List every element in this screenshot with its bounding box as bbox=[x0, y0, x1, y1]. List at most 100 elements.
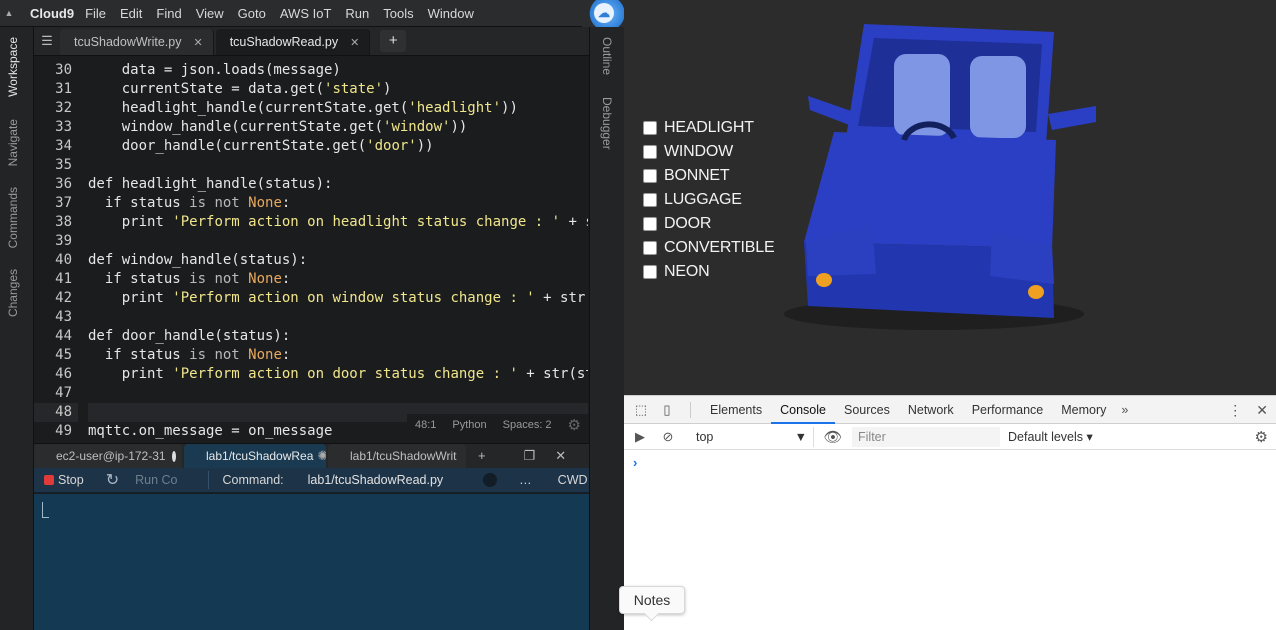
close-panel-icon[interactable]: ✕ bbox=[545, 444, 576, 468]
maximize-icon[interactable]: ❐ bbox=[514, 444, 546, 468]
option-convertible[interactable]: CONVERTIBLE bbox=[643, 236, 775, 260]
gear-icon[interactable]: ⚙ bbox=[1255, 428, 1268, 446]
tab-tcushadowread[interactable]: tcuShadowRead.py ✕ bbox=[215, 29, 371, 55]
log-levels-dropdown[interactable]: Default levels ▾ bbox=[1008, 429, 1093, 444]
terminal-tab-shadowread[interactable]: lab1/tcuShadowRea ✺ bbox=[184, 444, 326, 468]
checkbox[interactable] bbox=[643, 241, 657, 255]
outline-tab[interactable]: Outline bbox=[600, 37, 614, 75]
new-terminal-button[interactable]: + bbox=[468, 444, 496, 468]
stop-button[interactable]: Stop bbox=[58, 473, 84, 487]
tab-performance[interactable]: Performance bbox=[963, 396, 1053, 424]
device-toolbar-icon[interactable]: ▯ bbox=[654, 402, 680, 418]
option-neon[interactable]: NEON bbox=[643, 260, 774, 284]
option-window[interactable]: WINDOW bbox=[643, 140, 774, 164]
new-tab-button[interactable]: + bbox=[380, 30, 407, 52]
menu-tools[interactable]: Tools bbox=[383, 6, 413, 21]
code-line[interactable] bbox=[88, 308, 588, 327]
tab-label: tcuShadowRead.py bbox=[229, 35, 339, 49]
terminal-tab-shadowwrite[interactable]: lab1/tcuShadowWrit ✕ bbox=[328, 444, 466, 468]
tab-console[interactable]: Console bbox=[771, 396, 835, 424]
code-line[interactable] bbox=[88, 232, 588, 251]
notes-tooltip[interactable]: Notes bbox=[619, 586, 685, 614]
tab-network[interactable]: Network bbox=[899, 396, 963, 424]
clear-console-icon[interactable]: ⊘ bbox=[654, 429, 682, 445]
checkbox[interactable] bbox=[643, 265, 657, 279]
restart-icon[interactable]: ↻ bbox=[106, 470, 119, 490]
code-line[interactable]: data = json.loads(message) bbox=[88, 61, 588, 80]
terminal-tab-ec2-user[interactable]: ec2-user@ip-172-31 bbox=[34, 444, 182, 468]
code-line[interactable]: def window_handle(status): bbox=[88, 251, 588, 270]
runner-status-icon[interactable] bbox=[483, 473, 498, 487]
cwd-button[interactable]: CWD bbox=[558, 473, 588, 487]
menu-find[interactable]: Find bbox=[156, 6, 181, 21]
navigate-tab[interactable]: Navigate bbox=[6, 119, 20, 166]
run-toolbar: Stop ↻ Run Co Command: lab1/tcuShadowRea… bbox=[34, 468, 589, 493]
collapse-menu-icon[interactable]: ▲ bbox=[0, 8, 18, 18]
code-line[interactable]: window_handle(currentState.get('window')… bbox=[88, 118, 588, 137]
tab-elements[interactable]: Elements bbox=[701, 396, 771, 424]
menu-edit[interactable]: Edit bbox=[120, 6, 142, 21]
code-line[interactable]: print 'Perform action on door status cha… bbox=[88, 365, 588, 384]
terminal-output[interactable] bbox=[34, 494, 589, 630]
option-headlight[interactable]: HEADLIGHT bbox=[643, 116, 774, 140]
close-icon[interactable]: ✕ bbox=[1256, 402, 1268, 419]
tab-list-icon[interactable]: ☰ bbox=[34, 26, 60, 55]
option-bonnet[interactable]: BONNET bbox=[643, 164, 774, 188]
kebab-menu-icon[interactable]: ⋮ bbox=[1228, 402, 1242, 419]
code-line[interactable]: print 'Perform action on window status c… bbox=[88, 289, 588, 308]
code-line[interactable] bbox=[88, 384, 588, 403]
cloud9-ide: ▲ Cloud9 File Edit Find View Goto AWS Io… bbox=[0, 0, 624, 630]
checkbox[interactable] bbox=[643, 193, 657, 207]
more-options-button[interactable]: … bbox=[519, 473, 532, 487]
cursor-position[interactable]: 48:1 bbox=[415, 419, 436, 431]
run-config-button[interactable]: Run Co bbox=[135, 473, 177, 487]
code-line[interactable]: headlight_handle(currentState.get('headl… bbox=[88, 99, 588, 118]
sidebar-toggle-icon[interactable]: ▶ bbox=[626, 429, 654, 445]
cloud9-logo[interactable]: Cloud9 bbox=[30, 6, 74, 21]
workspace-tab[interactable]: Workspace bbox=[6, 37, 20, 97]
close-icon[interactable]: ✕ bbox=[350, 36, 359, 49]
checkbox[interactable] bbox=[643, 169, 657, 183]
debugger-tab[interactable]: Debugger bbox=[600, 97, 614, 150]
language-mode[interactable]: Python bbox=[452, 419, 486, 431]
code-line[interactable]: if status is not None: bbox=[88, 346, 588, 365]
tab-tcushadowwrite[interactable]: tcuShadowWrite.py ✕ bbox=[60, 29, 214, 55]
code-line[interactable]: if status is not None: bbox=[88, 194, 588, 213]
code-line[interactable] bbox=[88, 156, 588, 175]
code-line[interactable]: def door_handle(status): bbox=[88, 327, 588, 346]
menu-view[interactable]: View bbox=[196, 6, 224, 21]
context-selector[interactable]: top ▼ bbox=[682, 426, 814, 447]
code-line[interactable]: door_handle(currentState.get('door')) bbox=[88, 137, 588, 156]
menu-goto[interactable]: Goto bbox=[238, 6, 266, 21]
indent-setting[interactable]: Spaces: 2 bbox=[503, 419, 552, 431]
close-icon[interactable]: ✕ bbox=[465, 450, 467, 463]
commands-tab[interactable]: Commands bbox=[6, 187, 20, 248]
option-luggage[interactable]: LUGGAGE bbox=[643, 188, 774, 212]
console-filter-input[interactable]: Filter bbox=[852, 426, 1000, 447]
code-area[interactable]: data = json.loads(message) currentState … bbox=[88, 61, 588, 441]
menu-window[interactable]: Window bbox=[428, 6, 474, 21]
command-input[interactable]: lab1/tcuShadowRead.py bbox=[308, 473, 444, 487]
code-line[interactable]: currentState = data.get('state') bbox=[88, 80, 588, 99]
code-editor[interactable]: 30 31 32 33 34 35 36 37 38 39 40 41 42 43 44 45 46 47 48 49… bbox=[34, 57, 589, 442]
close-icon[interactable]: ✕ bbox=[193, 36, 202, 49]
code-line[interactable]: if status is not None: bbox=[88, 270, 588, 289]
changes-tab[interactable]: Changes bbox=[6, 269, 20, 317]
tab-sources[interactable]: Sources bbox=[835, 396, 899, 424]
option-door[interactable]: DOOR bbox=[643, 212, 774, 236]
code-line[interactable]: print 'Perform action on headlight statu… bbox=[88, 213, 588, 232]
inspect-element-icon[interactable]: ⬚ bbox=[628, 402, 654, 418]
tab-memory[interactable]: Memory bbox=[1052, 396, 1115, 424]
gear-icon[interactable]: ⚙ bbox=[568, 416, 581, 434]
code-line[interactable]: def headlight_handle(status): bbox=[88, 175, 588, 194]
menu-aws-iot[interactable]: AWS IoT bbox=[280, 6, 332, 21]
more-tabs-icon[interactable]: » bbox=[1115, 403, 1134, 417]
checkbox[interactable] bbox=[643, 217, 657, 231]
menu-file[interactable]: File bbox=[85, 6, 106, 21]
live-expression-eye-icon[interactable]: 👁 bbox=[814, 428, 852, 446]
menu-run[interactable]: Run bbox=[345, 6, 369, 21]
checkbox[interactable] bbox=[643, 145, 657, 159]
checkbox[interactable] bbox=[643, 121, 657, 135]
account-cloud-button[interactable]: ☁ bbox=[582, 0, 624, 27]
console-area[interactable]: › bbox=[624, 451, 1276, 630]
